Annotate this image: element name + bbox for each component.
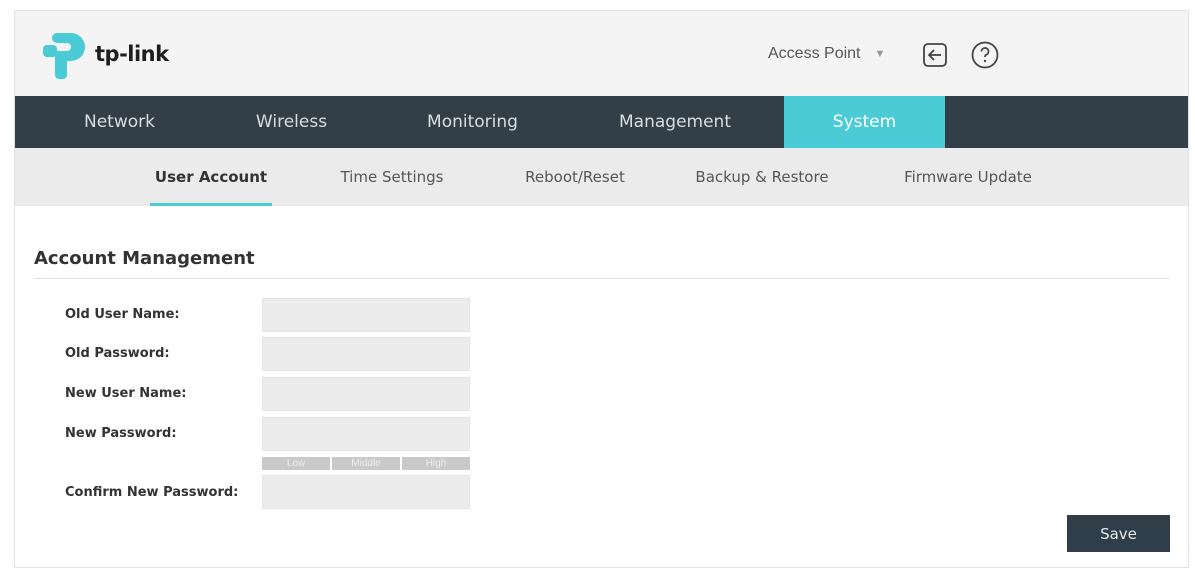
app-frame: tp-link Access Point ▼ Network Wireless …	[14, 10, 1189, 568]
brand-name: tp-link	[95, 42, 169, 66]
sub-nav: User Account Time Settings Reboot/Reset …	[15, 148, 1188, 206]
password-strength-meter: Low Middle High	[262, 457, 470, 470]
subtab-user-account[interactable]: User Account	[150, 148, 272, 206]
new-user-name-label: New User Name:	[65, 386, 187, 401]
old-user-name-input[interactable]	[262, 298, 470, 332]
old-password-label: Old Password:	[65, 346, 170, 361]
mode-select[interactable]: Access Point ▼	[768, 45, 885, 63]
subtab-time-settings[interactable]: Time Settings	[327, 148, 457, 206]
strength-high: High	[402, 457, 470, 470]
old-password-input[interactable]	[262, 337, 470, 371]
tab-network[interactable]: Network	[52, 96, 187, 148]
new-user-name-input[interactable]	[262, 377, 470, 411]
subtab-firmware-update[interactable]: Firmware Update	[893, 148, 1043, 206]
tp-link-logo-icon	[43, 33, 85, 79]
save-button[interactable]: Save	[1067, 515, 1170, 552]
strength-middle: Middle	[332, 457, 402, 470]
logout-icon[interactable]	[920, 40, 950, 70]
strength-low: Low	[262, 457, 332, 470]
tab-management[interactable]: Management	[595, 96, 755, 148]
subtab-reboot-reset[interactable]: Reboot/Reset	[509, 148, 641, 206]
mode-select-label: Access Point	[768, 45, 861, 62]
new-password-input[interactable]	[262, 417, 470, 451]
new-password-label: New Password:	[65, 426, 177, 441]
tab-system[interactable]: System	[784, 96, 945, 148]
tab-wireless[interactable]: Wireless	[224, 96, 359, 148]
main-nav: Network Wireless Monitoring Management S…	[15, 96, 1188, 148]
section-title: Account Management	[34, 248, 255, 269]
subtab-backup-restore[interactable]: Backup & Restore	[682, 148, 842, 206]
header: tp-link Access Point ▼	[15, 11, 1188, 96]
confirm-password-label: Confirm New Password:	[65, 485, 239, 500]
help-icon[interactable]	[970, 40, 1000, 70]
tab-monitoring[interactable]: Monitoring	[395, 96, 550, 148]
old-user-name-label: Old User Name:	[65, 307, 180, 322]
chevron-down-icon: ▼	[874, 48, 886, 60]
tp-link-logo: tp-link	[43, 29, 169, 79]
confirm-password-input[interactable]	[262, 475, 470, 509]
section-divider	[34, 278, 1170, 279]
